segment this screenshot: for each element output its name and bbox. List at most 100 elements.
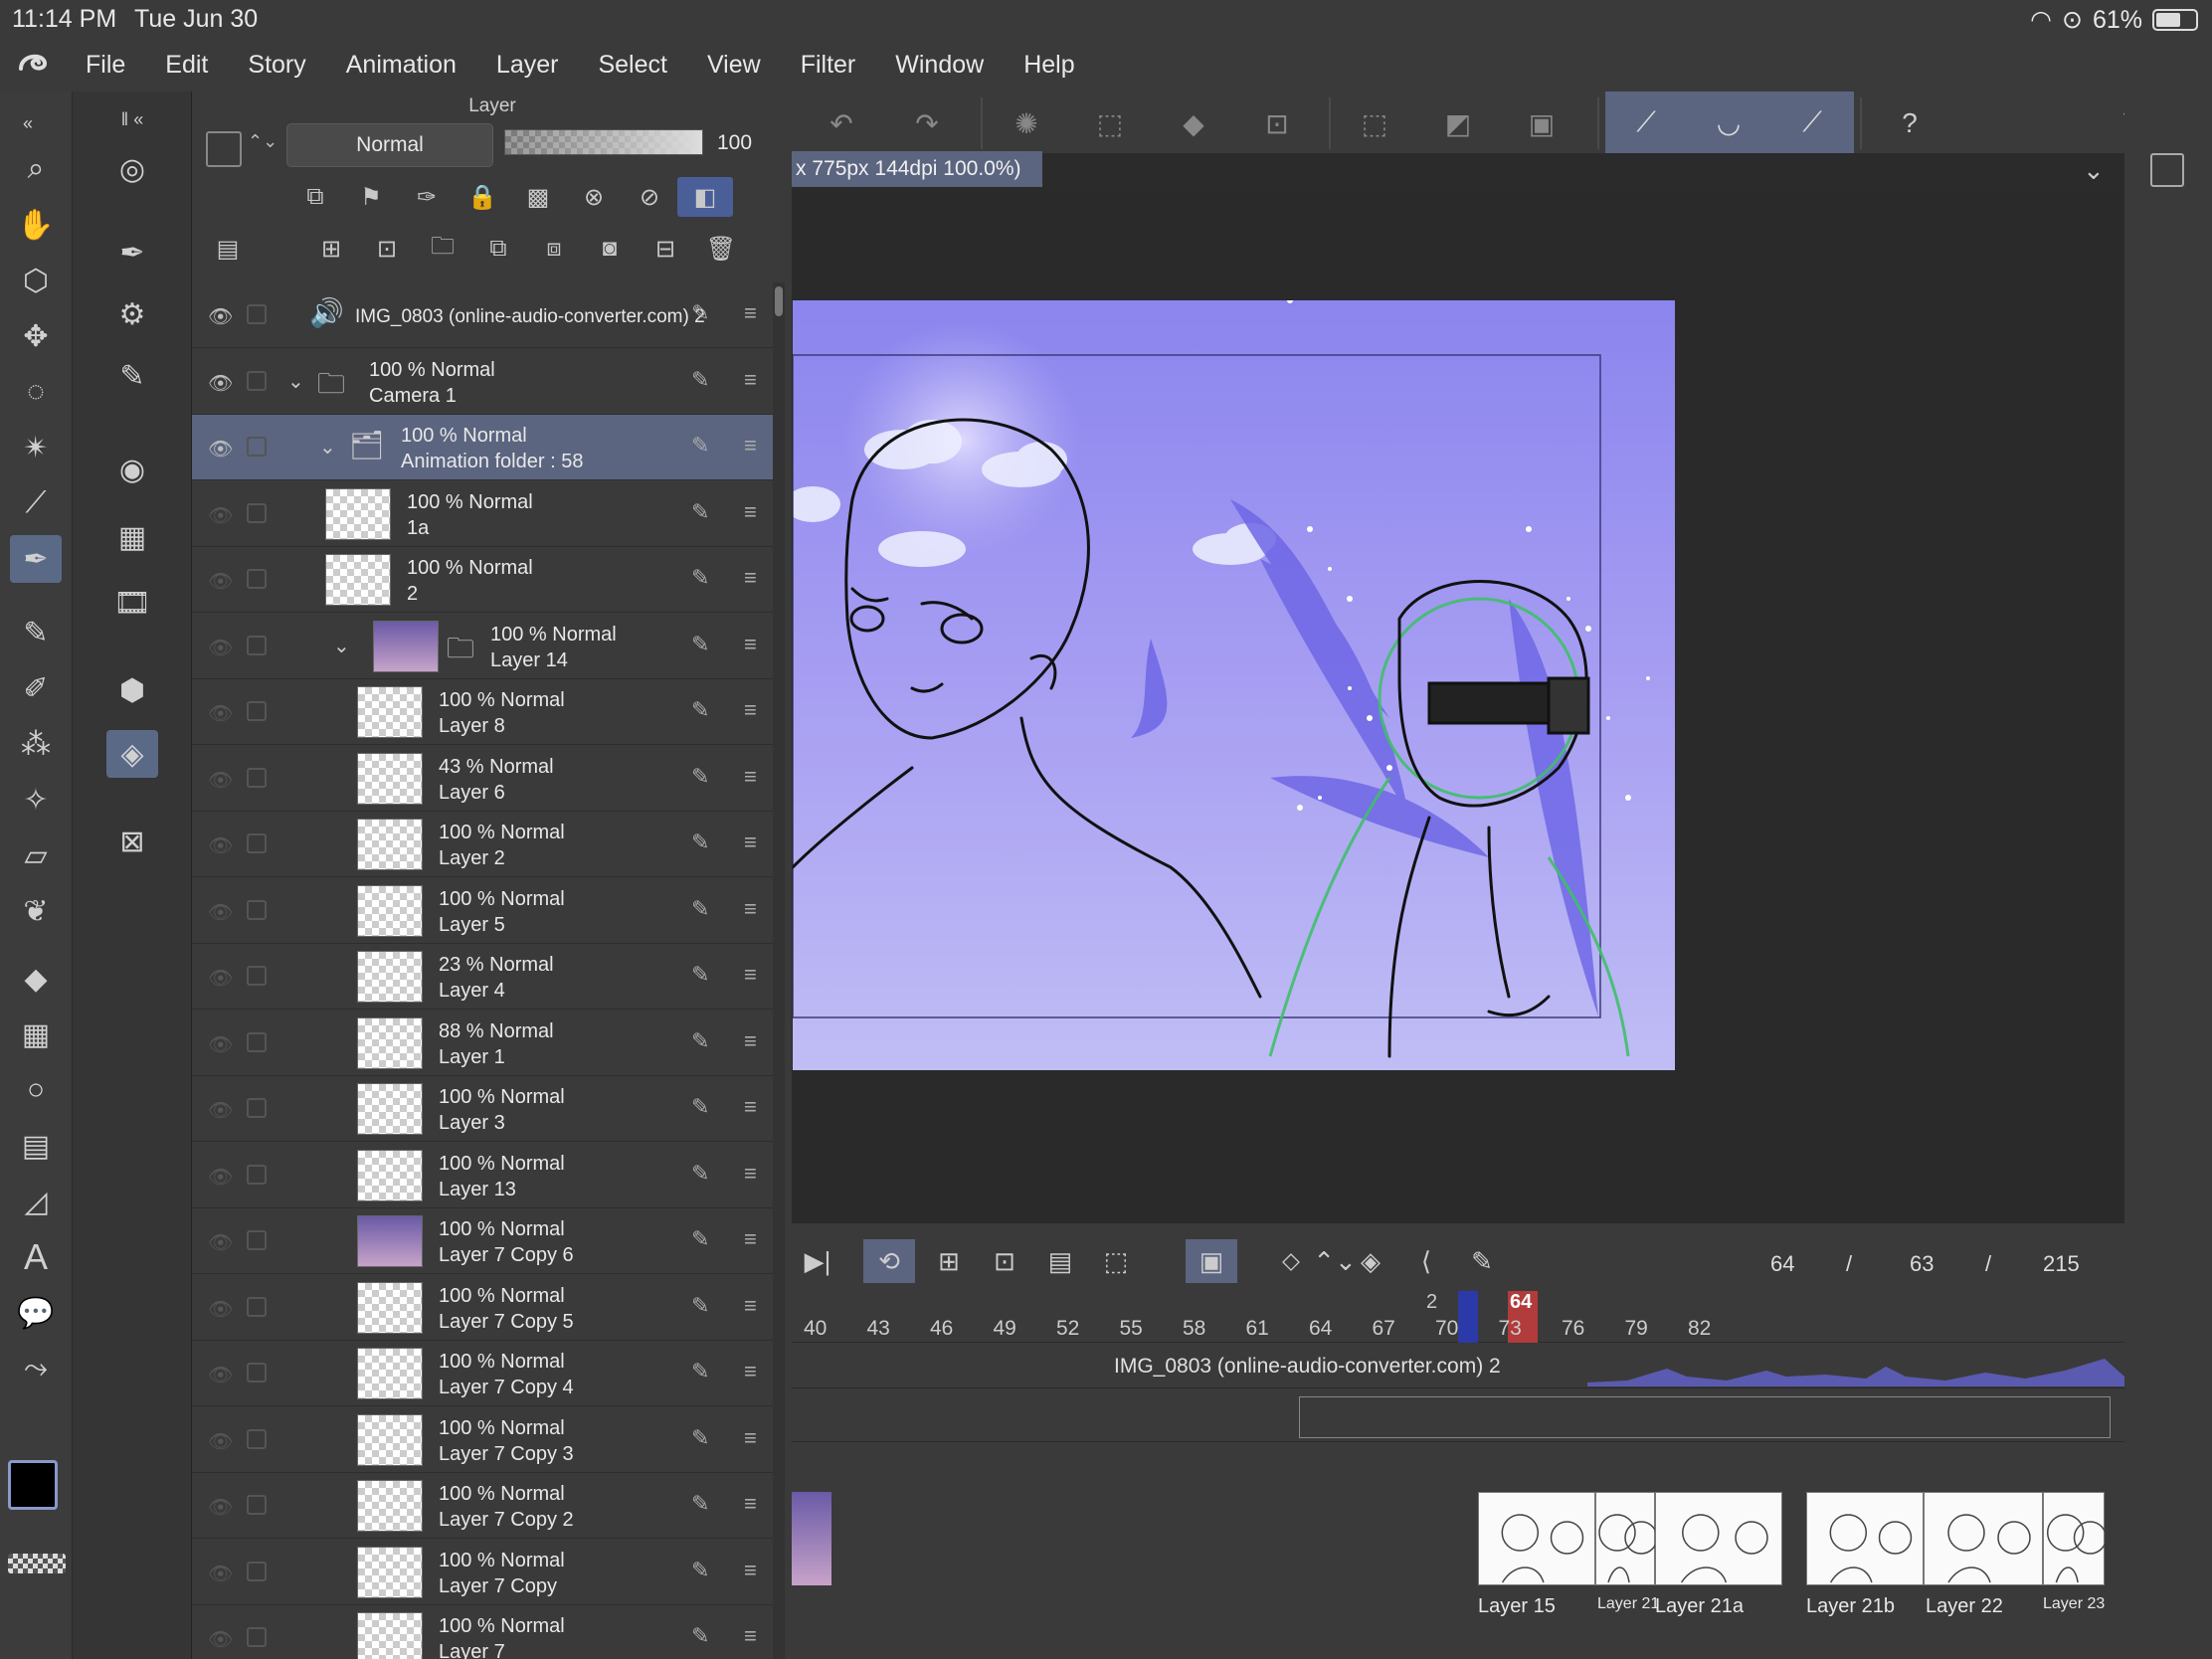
sub-tool-pen-icon[interactable]: ✒ bbox=[106, 229, 158, 276]
lock-pen-icon[interactable]: ✎ bbox=[691, 1425, 709, 1451]
layer-checkbox[interactable] bbox=[247, 635, 267, 655]
lock-pen-icon[interactable]: ✎ bbox=[691, 1226, 709, 1252]
eye-icon[interactable]: 👁 bbox=[208, 371, 233, 395]
layer-menu-icon[interactable]: ≡ bbox=[744, 1226, 757, 1252]
menu-window[interactable]: Window bbox=[875, 51, 1004, 80]
navigator-icon[interactable]: ◎ bbox=[106, 145, 158, 193]
layer-mask-icon[interactable]: ◙ bbox=[582, 229, 638, 269]
eye-icon[interactable]: 👁 bbox=[208, 1230, 233, 1254]
layer-checkbox[interactable] bbox=[247, 899, 267, 920]
layer-row[interactable]: 👁 88 % Normal Layer 1 ✎ ≡ bbox=[192, 1011, 773, 1076]
layer-row[interactable]: 👁 100 % Normal Layer 7 Copy 6 ✎ ≡ bbox=[192, 1208, 773, 1274]
tool-property-icon[interactable]: ⚙ bbox=[106, 290, 158, 338]
layer-row[interactable]: 👁 100 % Normal Layer 7 Copy 4 ✎ ≡ bbox=[192, 1341, 773, 1406]
layer-menu-icon[interactable]: ≡ bbox=[744, 1161, 757, 1187]
delete-layer-icon[interactable]: 🗑 bbox=[693, 229, 749, 269]
eye-icon[interactable]: 👁 bbox=[208, 1429, 233, 1453]
eye-icon[interactable]: 👁 bbox=[208, 503, 233, 527]
eye-icon[interactable]: 👁 bbox=[208, 636, 233, 659]
hand-tool-icon[interactable]: ✋ bbox=[10, 201, 62, 249]
navigator-panel-icon[interactable] bbox=[2150, 153, 2184, 187]
fill-icon[interactable]: ◆ bbox=[1164, 101, 1223, 145]
enable-animation-icon[interactable]: ▣ bbox=[1186, 1239, 1237, 1283]
menu-select[interactable]: Select bbox=[578, 51, 686, 80]
layer-menu-icon[interactable]: ≡ bbox=[744, 632, 757, 657]
layer-row[interactable]: 👁 100 % Normal Layer 5 ✎ ≡ bbox=[192, 878, 773, 944]
collapse-left-icon[interactable]: « bbox=[2, 99, 54, 147]
lock-icon[interactable]: 🔒 bbox=[455, 177, 510, 217]
new-vector-layer-icon[interactable]: ⊡ bbox=[359, 229, 415, 269]
stroke-icon-2[interactable]: ◡ bbox=[1687, 92, 1770, 153]
edit-cel-icon[interactable]: ✎ bbox=[1456, 1239, 1508, 1283]
new-raster-layer-icon[interactable]: ⊞ bbox=[303, 229, 359, 269]
lock-pen-icon[interactable]: ✎ bbox=[691, 632, 709, 657]
cel-thumbnail[interactable] bbox=[1595, 1492, 1658, 1585]
layer-row[interactable]: 👁 43 % Normal Layer 6 ✎ ≡ bbox=[192, 746, 773, 812]
apply-mask-icon[interactable]: ⊟ bbox=[638, 229, 693, 269]
eye-icon[interactable]: 👁 bbox=[208, 1363, 233, 1386]
layer-menu-icon[interactable]: ≡ bbox=[744, 962, 757, 988]
menu-story[interactable]: Story bbox=[228, 51, 325, 80]
layer-checkbox[interactable] bbox=[247, 1561, 267, 1581]
eye-icon[interactable]: 👁 bbox=[208, 304, 233, 328]
layer-checkbox[interactable] bbox=[247, 1296, 267, 1317]
pen-tool-icon[interactable]: ✒ bbox=[10, 535, 62, 583]
layer-menu-icon[interactable]: ≡ bbox=[744, 499, 757, 525]
zoom-tool-icon[interactable]: ⌕ bbox=[10, 145, 62, 193]
layer-row[interactable]: 👁 100 % Normal Layer 2 ✎ ≡ bbox=[192, 812, 773, 877]
cel-thumb-start[interactable] bbox=[792, 1492, 831, 1585]
cel-thumbnail[interactable] bbox=[1655, 1492, 1782, 1585]
cel-thumbnail[interactable] bbox=[1806, 1492, 1924, 1585]
lock-pen-icon[interactable]: ✎ bbox=[691, 1094, 709, 1120]
layer-menu-icon[interactable]: ≡ bbox=[744, 1094, 757, 1120]
eye-icon[interactable]: 👁 bbox=[208, 569, 233, 593]
layer-menu-icon[interactable]: ≡ bbox=[744, 565, 757, 591]
drawing-canvas[interactable] bbox=[793, 300, 1675, 1070]
layer-menu-icon[interactable]: ≡ bbox=[744, 1558, 757, 1583]
layer-checkbox[interactable] bbox=[247, 1031, 267, 1052]
blend-swatch[interactable] bbox=[206, 131, 242, 167]
layer-scrollbar[interactable] bbox=[773, 282, 785, 1659]
work-start-marker[interactable] bbox=[1458, 1291, 1478, 1343]
menu-filter[interactable]: Filter bbox=[781, 51, 876, 80]
clear-icon[interactable]: ✺ bbox=[997, 101, 1056, 145]
next-frame-icon[interactable]: ▶| bbox=[792, 1239, 843, 1283]
lock-pen-icon[interactable]: ✎ bbox=[691, 1558, 709, 1583]
layer-row[interactable]: 👁 ⌄ 🗀 100 % Normal Camera 1 ✎ ≡ bbox=[192, 349, 773, 415]
app-logo-icon[interactable] bbox=[0, 38, 66, 92]
layer-settings-icon[interactable]: ▤ bbox=[200, 229, 256, 269]
layer-menu-icon[interactable]: ≡ bbox=[744, 367, 757, 393]
deselect-icon[interactable]: ⬚ bbox=[1345, 101, 1404, 145]
stroke-icon-3[interactable]: ⟋ bbox=[1770, 92, 1854, 153]
lock-pen-icon[interactable]: ✎ bbox=[691, 764, 709, 790]
layer-checkbox[interactable] bbox=[247, 767, 267, 788]
pencil-tool-icon[interactable]: ✎ bbox=[10, 609, 62, 656]
layer-menu-icon[interactable]: ≡ bbox=[744, 830, 757, 855]
figure-tool-icon[interactable]: ○ bbox=[10, 1066, 62, 1114]
eyedropper-icon[interactable]: ⟋ bbox=[10, 479, 62, 527]
layer-menu-icon[interactable]: ≡ bbox=[744, 300, 757, 326]
lock-pen-icon[interactable]: ✎ bbox=[691, 367, 709, 393]
onion-skin-icon[interactable]: ▤ bbox=[1034, 1239, 1086, 1283]
eye-icon[interactable]: 👁 bbox=[208, 900, 233, 924]
lock-pen-icon[interactable]: ✎ bbox=[691, 896, 709, 922]
camera-clip[interactable] bbox=[1299, 1396, 2111, 1438]
lock-pen-icon[interactable]: ✎ bbox=[691, 499, 709, 525]
eye-icon[interactable]: 👁 bbox=[208, 1032, 233, 1056]
opacity-value[interactable]: 100 bbox=[717, 131, 752, 155]
layer-menu-icon[interactable]: ≡ bbox=[744, 1359, 757, 1384]
eye-icon[interactable]: 👁 bbox=[208, 1495, 233, 1519]
layer-checkbox[interactable] bbox=[247, 502, 267, 523]
menu-animation[interactable]: Animation bbox=[326, 51, 476, 80]
menu-edit[interactable]: Edit bbox=[145, 51, 228, 80]
layer-checkbox[interactable] bbox=[247, 1164, 267, 1185]
balloon-tool-icon[interactable]: 💬 bbox=[10, 1289, 62, 1337]
lasso-tool-icon[interactable]: ◌ bbox=[10, 368, 62, 416]
reference-icon[interactable]: ⚑ bbox=[343, 177, 399, 217]
layer-menu-icon[interactable]: ≡ bbox=[744, 1623, 757, 1649]
layer-checkbox[interactable] bbox=[247, 1230, 267, 1250]
eye-icon[interactable]: 👁 bbox=[208, 437, 233, 461]
transform-icon[interactable]: ⊡ bbox=[1247, 101, 1307, 145]
layer-checkbox[interactable] bbox=[247, 304, 267, 324]
layer-menu-icon[interactable]: ≡ bbox=[744, 1491, 757, 1517]
